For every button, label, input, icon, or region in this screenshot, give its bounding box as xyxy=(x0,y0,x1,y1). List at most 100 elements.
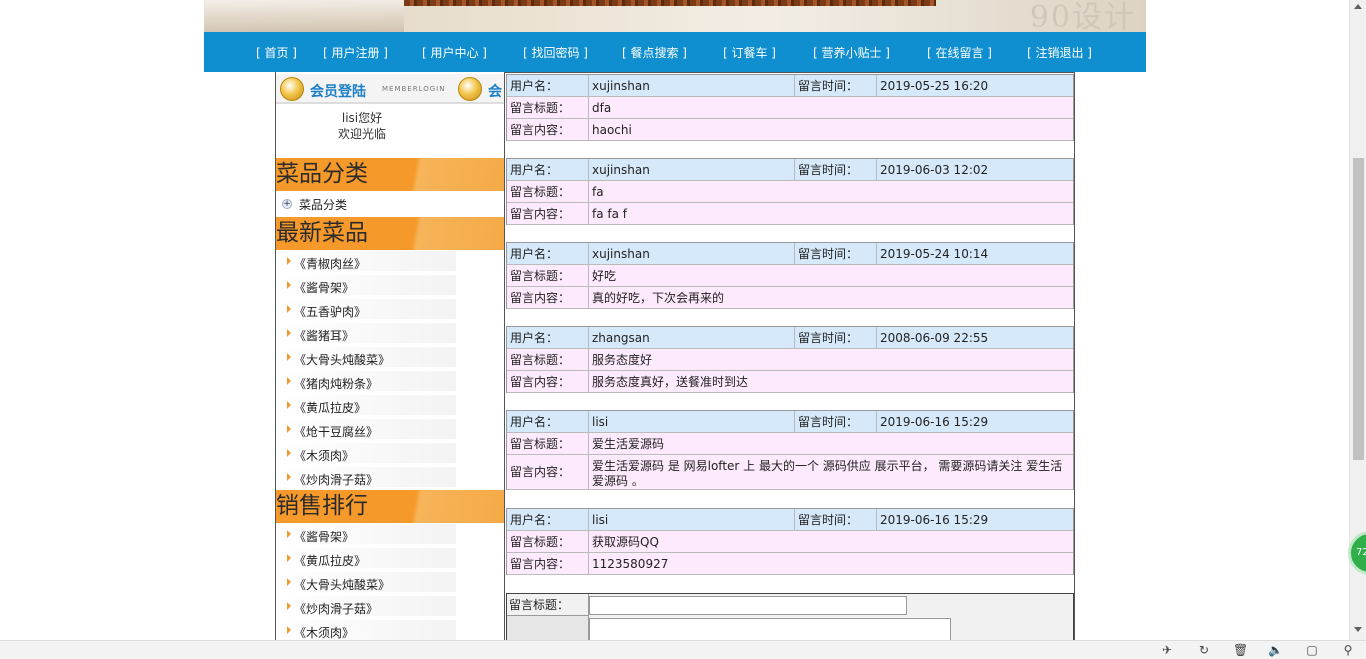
dish-link[interactable]: 《酱骨架》 xyxy=(278,524,456,546)
message-title-row: 留言标题： 获取源码QQ xyxy=(507,531,1073,553)
pin-icon[interactable]: ✈ xyxy=(1160,643,1174,657)
label-time: 留言时间： xyxy=(795,243,877,264)
message-title: 服务态度好 xyxy=(592,353,653,367)
nav-item[interactable]: [ 首页 ] xyxy=(256,44,297,61)
label-time: 留言时间： xyxy=(795,509,877,530)
dish-label[interactable]: 《酱骨架》 xyxy=(294,528,354,545)
message-content: 服务态度真好，送餐准时到达 xyxy=(592,375,749,389)
message-title-input[interactable] xyxy=(589,596,907,615)
dish-label[interactable]: 《猪肉炖粉条》 xyxy=(294,375,378,392)
message-time: 2019-06-16 15:29 xyxy=(880,415,989,429)
dish-link[interactable]: 《青椒肉丝》 xyxy=(278,251,456,273)
message-header-row: 用户名： xujinshan 留言时间： 2019-06-03 12:02 xyxy=(507,159,1073,181)
nav-item[interactable]: [ 注销退出 ] xyxy=(1027,44,1092,61)
label-content: 留言内容： xyxy=(507,455,589,489)
nav-item[interactable]: [ 营养小贴士 ] xyxy=(813,44,890,61)
label-user: 用户名： xyxy=(507,327,589,348)
scrollbar-thumb[interactable] xyxy=(1353,158,1364,460)
form-title-label: 留言标题： xyxy=(507,594,589,616)
message-content: 真的好吃，下次会再来的 xyxy=(592,291,725,305)
window-icon[interactable]: ▢ xyxy=(1305,643,1319,657)
message-header-row: 用户名： xujinshan 留言时间： 2019-05-24 10:14 xyxy=(507,243,1073,265)
message-user: lisi xyxy=(589,411,795,432)
bullet-arrow-icon xyxy=(287,305,291,313)
browser-status-bar: ✈ ↻ 🗑 🔈 ▢ ⚲ xyxy=(0,640,1366,659)
dish-label[interactable]: 《酱骨架》 xyxy=(294,279,354,296)
greeting: lisi您好 欢迎光临 xyxy=(276,110,448,142)
message-header-row: 用户名： zhangsan 留言时间： 2008-06-09 22:55 xyxy=(507,327,1073,349)
nav-item[interactable]: [ 用户中心 ] xyxy=(422,44,487,61)
message-content-row: 留言内容： haochi xyxy=(507,119,1073,141)
dish-link[interactable]: 《五香驴肉》 xyxy=(278,299,456,321)
label-content: 留言内容： xyxy=(507,371,589,392)
label-title: 留言标题： xyxy=(507,97,589,118)
dish-label[interactable]: 《大骨头炖酸菜》 xyxy=(294,576,390,593)
greeting-user: lisi您好 xyxy=(341,111,383,125)
message-title-row: 留言标题： 爱生活爱源码 xyxy=(507,433,1073,455)
dish-label[interactable]: 《酱猪耳》 xyxy=(294,327,354,344)
bullet-arrow-icon xyxy=(287,530,291,538)
dish-label[interactable]: 《青椒肉丝》 xyxy=(294,255,366,272)
dish-link[interactable]: 《大骨头炖酸菜》 xyxy=(278,347,456,369)
dish-link[interactable]: 《炒肉滑子菇》 xyxy=(278,596,456,618)
dish-label[interactable]: 《大骨头炖酸菜》 xyxy=(294,351,390,368)
message-title: 爱生活爱源码 xyxy=(592,437,665,451)
message-title: 获取源码QQ xyxy=(592,535,659,549)
dish-link[interactable]: 《猪肉炖粉条》 xyxy=(278,371,456,393)
nav-item[interactable]: [ 餐点搜索 ] xyxy=(622,44,687,61)
dish-link[interactable]: 《木须肉》 xyxy=(278,620,456,640)
dish-link[interactable]: 《炝干豆腐丝》 xyxy=(278,419,456,441)
dish-link[interactable]: 《黄瓜拉皮》 xyxy=(278,548,456,570)
dish-label[interactable]: 《黄瓜拉皮》 xyxy=(294,399,366,416)
dish-label[interactable]: 《黄瓜拉皮》 xyxy=(294,552,366,569)
trash-icon[interactable]: 🗑 xyxy=(1233,643,1248,657)
expand-plus-icon[interactable]: + xyxy=(282,199,292,209)
label-content: 留言内容： xyxy=(507,203,589,224)
message-card: 用户名： xujinshan 留言时间： 2019-05-24 10:14 留言标题：好… xyxy=(506,242,1074,309)
refresh-icon[interactable]: ↻ xyxy=(1197,643,1211,657)
bullet-arrow-icon xyxy=(287,257,291,265)
label-content: 留言内容： xyxy=(507,553,589,574)
label-content: 留言内容： xyxy=(507,119,589,140)
dish-label[interactable]: 《木须肉》 xyxy=(294,624,354,640)
nav-item[interactable]: [ 订餐车 ] xyxy=(723,44,776,61)
label-user: 用户名： xyxy=(507,159,589,180)
dish-link[interactable]: 《炒肉滑子菇》 xyxy=(278,467,456,489)
dish-link[interactable]: 《酱猪耳》 xyxy=(278,323,456,345)
message-time: 2019-06-16 15:29 xyxy=(880,513,989,527)
nav-item[interactable]: [ 找回密码 ] xyxy=(523,44,588,61)
message-card: 用户名： xujinshan 留言时间： 2019-06-03 12:02 留言标题： f… xyxy=(506,158,1074,225)
nav-item[interactable]: [ 在线留言 ] xyxy=(927,44,992,61)
dish-link[interactable]: 《酱骨架》 xyxy=(278,275,456,297)
label-user: 用户名： xyxy=(507,243,589,264)
banner-wood-strip xyxy=(404,0,936,6)
category-item[interactable]: + 菜品分类 xyxy=(276,191,505,217)
dish-label[interactable]: 《炒肉滑子菇》 xyxy=(294,471,378,488)
dish-label[interactable]: 《炝干豆腐丝》 xyxy=(294,423,378,440)
label-content: 留言内容： xyxy=(507,287,589,308)
bullet-arrow-icon xyxy=(287,626,291,634)
message-content-textarea[interactable] xyxy=(589,618,951,640)
category-heading: 菜品分类 xyxy=(276,158,505,191)
message-board: 用户名： xujinshan 留言时间： 2019-05-25 16:20 留言标题： d… xyxy=(504,72,1075,640)
dish-link[interactable]: 《大骨头炖酸菜》 xyxy=(278,572,456,594)
bullet-arrow-icon xyxy=(287,602,291,610)
zoom-icon[interactable]: ⚲ xyxy=(1341,643,1355,657)
message-time: 2019-05-25 16:20 xyxy=(880,79,989,93)
scroll-up-icon[interactable] xyxy=(1354,4,1362,9)
dish-label[interactable]: 《炒肉滑子菇》 xyxy=(294,600,378,617)
dish-link[interactable]: 《木须肉》 xyxy=(278,443,456,465)
bullet-arrow-icon xyxy=(287,425,291,433)
scroll-down-icon[interactable] xyxy=(1354,627,1362,632)
dish-label[interactable]: 《木须肉》 xyxy=(294,447,354,464)
nav-item[interactable]: [ 用户注册 ] xyxy=(323,44,388,61)
label-title: 留言标题： xyxy=(507,531,589,552)
volume-icon[interactable]: 🔈 xyxy=(1268,643,1283,657)
message-time: 2019-06-03 12:02 xyxy=(880,163,989,177)
message-card: 用户名： lisi 留言时间： 2019-06-16 15:29 留言标题： 获取源码QQ… xyxy=(506,508,1074,575)
label-title: 留言标题： xyxy=(507,433,589,454)
message-user: lisi xyxy=(589,509,795,530)
message-time: 2019-05-24 10:14 xyxy=(880,247,989,261)
dish-link[interactable]: 《黄瓜拉皮》 xyxy=(278,395,456,417)
dish-label[interactable]: 《五香驴肉》 xyxy=(294,303,366,320)
